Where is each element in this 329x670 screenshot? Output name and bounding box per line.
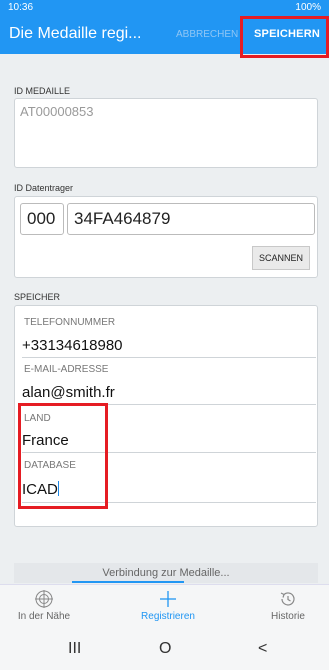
status-time: 10:36 — [8, 2, 34, 13]
back-button[interactable]: < — [258, 640, 267, 658]
cancel-button[interactable]: ABBRECHEN — [176, 29, 244, 40]
connection-toast: Verbindung zur Medaille... — [14, 563, 318, 583]
phone-underline — [22, 357, 316, 358]
history-icon — [280, 592, 295, 606]
carrier-prefix-field[interactable]: 000 — [20, 203, 64, 235]
bottom-nav: In der Nähe Registrieren Historie — [0, 584, 329, 630]
nav-register[interactable]: Registrieren — [128, 589, 208, 622]
nav-history-label: Historie — [271, 611, 305, 622]
plus-icon — [160, 591, 176, 607]
system-nav: III O < — [0, 630, 329, 670]
nav-nearby[interactable]: In der Nähe — [8, 589, 80, 622]
country-database-highlight-box — [18, 403, 108, 509]
nav-register-label: Registrieren — [141, 611, 195, 622]
medal-section-label: ID MEDAILLE — [14, 86, 71, 96]
nav-history[interactable]: Historie — [256, 589, 320, 622]
medal-id-field[interactable]: AT00000853 — [20, 104, 94, 119]
carrier-code-field[interactable]: 34FA464879 — [67, 203, 315, 235]
nav-nearby-label: In der Nähe — [17, 611, 71, 622]
nearby-icon — [35, 590, 53, 608]
status-battery: 100% — [295, 2, 321, 13]
carrier-section-label: ID Datentrager — [14, 183, 74, 193]
email-field[interactable]: alan@smith.fr — [22, 384, 115, 401]
save-highlight-box — [240, 16, 329, 58]
storage-section-label: SPEICHER — [14, 292, 61, 302]
email-label: E-MAIL-ADRESSE — [24, 364, 109, 375]
phone-field[interactable]: +33134618980 — [22, 337, 123, 354]
phone-label: TELEFONNUMMER — [24, 317, 116, 328]
status-bar: 10:36 100% — [0, 0, 329, 14]
recents-button[interactable]: III — [68, 640, 81, 658]
home-button[interactable]: O — [159, 640, 171, 658]
page-title: Die Medaille regi... — [9, 25, 142, 42]
toast-progress — [72, 581, 184, 583]
scan-button[interactable]: SCANNEN — [252, 246, 310, 270]
